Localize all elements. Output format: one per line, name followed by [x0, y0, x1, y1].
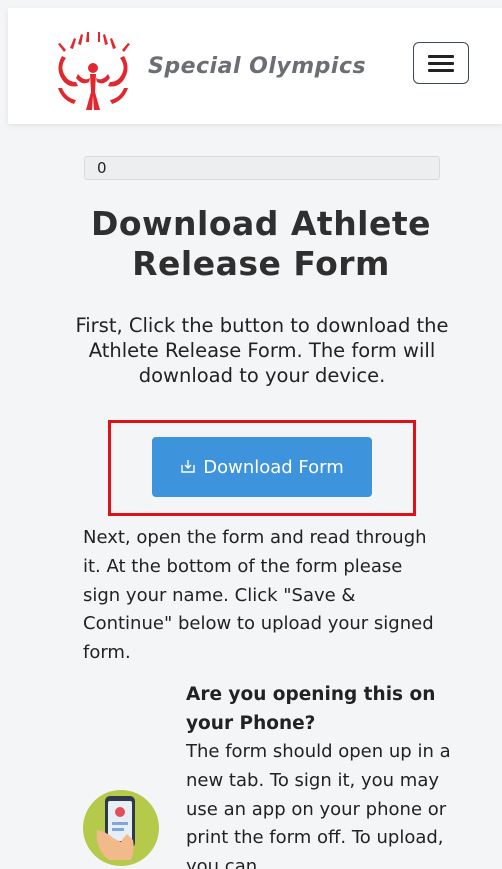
phone-section-text: The form should open up in a new tab. To…	[186, 741, 451, 869]
page-title: Download Athlete Release Form	[90, 204, 432, 283]
hamburger-menu-icon	[428, 69, 454, 72]
hamburger-menu-icon	[428, 62, 454, 65]
phone-in-hand-icon	[83, 790, 159, 866]
next-instructions: Next, open the form and read through it.…	[83, 527, 434, 664]
special-olympics-logo-icon[interactable]	[48, 30, 138, 114]
brand-name: Special Olympics	[148, 54, 367, 79]
phone-section-heading: Are you opening this on your Phone?	[186, 684, 436, 734]
intro-text: First, Click the button to download the …	[75, 314, 449, 387]
counter-field: 0	[84, 156, 440, 180]
navbar: Special Olympics	[8, 8, 502, 124]
download-form-button[interactable]: Download Form	[152, 437, 372, 497]
menu-toggle-button[interactable]	[413, 42, 469, 84]
download-form-label: Download Form	[203, 456, 344, 478]
download-icon	[181, 460, 195, 473]
hamburger-menu-icon	[428, 55, 454, 58]
page: Special Olympics 0 Download Athlete Rele…	[0, 0, 502, 869]
